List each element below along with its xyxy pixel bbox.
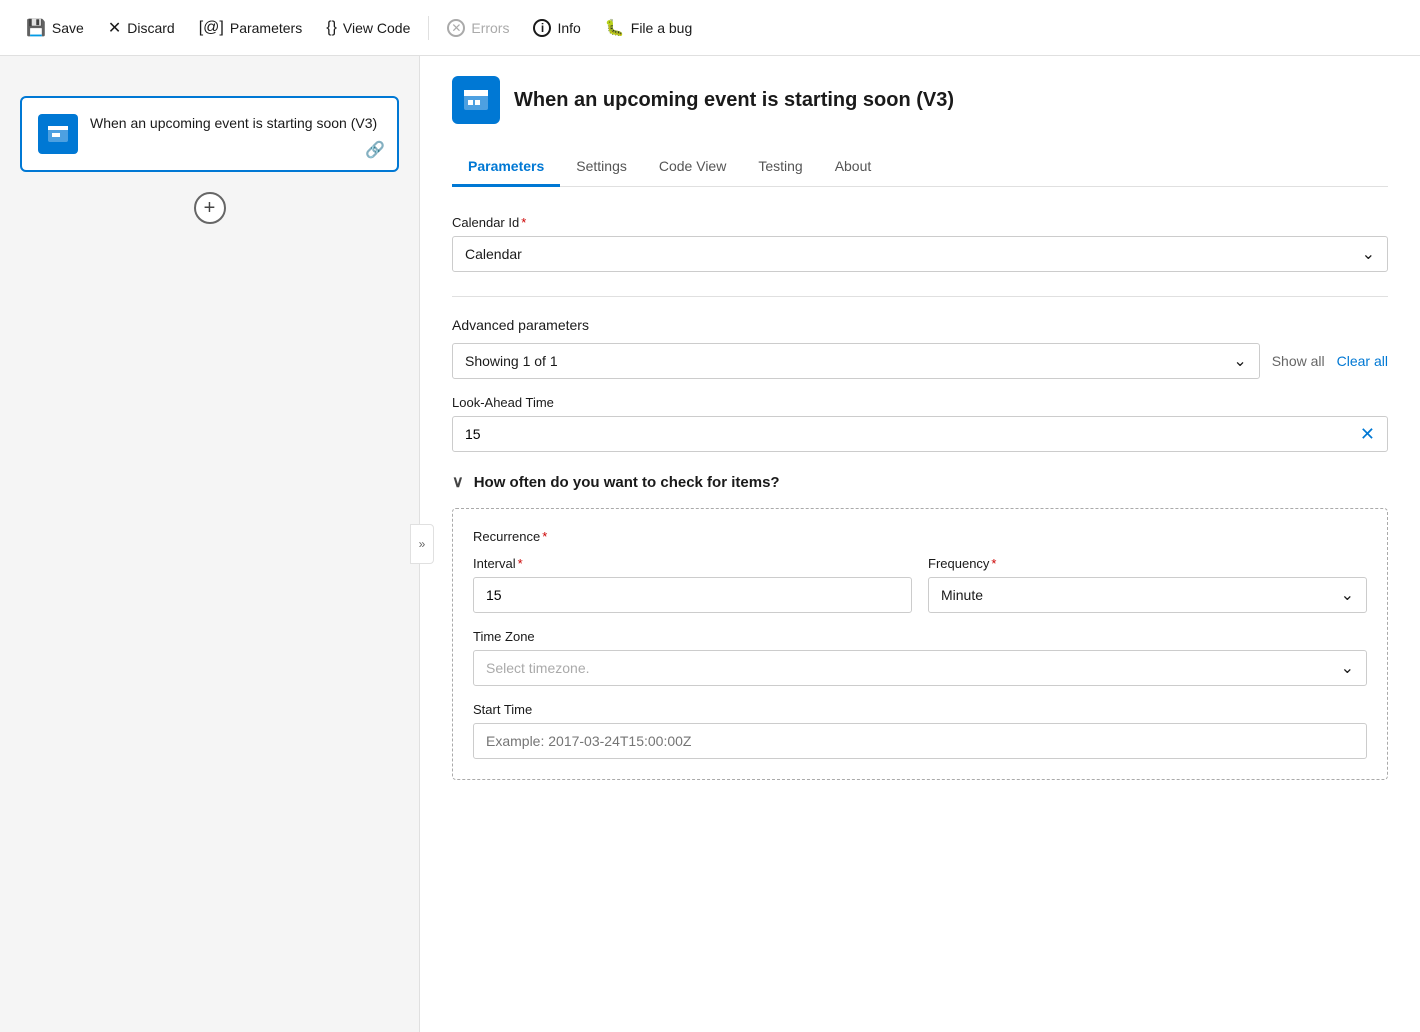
discard-button[interactable]: ✕ Discard — [98, 12, 185, 44]
look-ahead-input-wrapper: ✕ — [452, 416, 1388, 452]
interval-col: Interval* — [473, 556, 912, 613]
timezone-chevron-icon: ⌄ — [1341, 658, 1354, 678]
tab-parameters[interactable]: Parameters — [452, 148, 560, 187]
flow-card-title: When an upcoming event is starting soon … — [90, 114, 377, 134]
interval-required-star: * — [518, 556, 523, 571]
chevron-right-icon: » — [419, 537, 426, 551]
parameters-button[interactable]: [@] Parameters — [189, 13, 313, 43]
panel-header-title: When an upcoming event is starting soon … — [514, 89, 954, 112]
left-panel: When an upcoming event is starting soon … — [0, 56, 420, 1032]
file-bug-button[interactable]: 🐛 File a bug — [595, 12, 702, 44]
chevron-down-icon: ⌄ — [1362, 244, 1375, 264]
look-ahead-input[interactable] — [465, 426, 1360, 442]
look-ahead-label: Look-Ahead Time — [452, 395, 1388, 410]
advanced-params-label: Advanced parameters — [452, 317, 1388, 333]
add-step-button[interactable]: + — [194, 192, 226, 224]
frequency-label: Frequency* — [928, 556, 1367, 571]
errors-icon: ✕ — [447, 19, 465, 37]
panel-header-icon — [452, 76, 500, 124]
frequency-required-star: * — [991, 556, 996, 571]
plus-icon: + — [204, 197, 216, 220]
flow-card-icon — [38, 114, 78, 154]
recurrence-section: ∨ How often do you want to check for ite… — [452, 472, 1388, 780]
recurrence-box: Recurrence* Interval* Frequency* — [452, 508, 1388, 780]
frequency-select[interactable]: Minute ⌄ — [928, 577, 1367, 613]
tab-about[interactable]: About — [819, 148, 888, 187]
frequency-chevron-icon: ⌄ — [1341, 585, 1354, 605]
clear-x-icon: ✕ — [1360, 424, 1375, 444]
advanced-params-section: Advanced parameters Showing 1 of 1 ⌄ Sho… — [452, 317, 1388, 379]
calendar-id-select[interactable]: Calendar ⌄ — [452, 236, 1388, 272]
calendar-id-field: Calendar Id* Calendar ⌄ — [452, 215, 1388, 272]
interval-input[interactable] — [473, 577, 912, 613]
interval-label: Interval* — [473, 556, 912, 571]
flow-card[interactable]: When an upcoming event is starting soon … — [20, 96, 399, 172]
tab-code-view[interactable]: Code View — [643, 148, 742, 187]
toolbar-divider — [428, 16, 429, 40]
advanced-params-select[interactable]: Showing 1 of 1 ⌄ — [452, 343, 1260, 379]
frequency-col: Frequency* Minute ⌄ — [928, 556, 1367, 613]
look-ahead-field: Look-Ahead Time ✕ — [452, 395, 1388, 452]
start-time-field: Start Time — [473, 702, 1367, 759]
timezone-field: Time Zone Select timezone. ⌄ — [473, 629, 1367, 686]
errors-button[interactable]: ✕ Errors — [437, 13, 519, 43]
right-panel: When an upcoming event is starting soon … — [420, 56, 1420, 1032]
discard-icon: ✕ — [108, 18, 121, 38]
clear-all-button[interactable]: Clear all — [1337, 353, 1388, 369]
clear-look-ahead-button[interactable]: ✕ — [1360, 424, 1375, 445]
interval-frequency-row: Interval* Frequency* Minute ⌄ — [473, 556, 1367, 613]
advanced-row: Showing 1 of 1 ⌄ Show all Clear all — [452, 343, 1388, 379]
recurrence-required-star: * — [542, 529, 547, 544]
start-time-input[interactable] — [473, 723, 1367, 759]
start-time-label: Start Time — [473, 702, 1367, 717]
panel-header: When an upcoming event is starting soon … — [452, 76, 1388, 124]
save-icon: 💾 — [26, 18, 46, 38]
flow-card-link-icon: 🔗 — [365, 140, 385, 160]
calendar-id-label: Calendar Id* — [452, 215, 1388, 230]
divider — [452, 296, 1388, 297]
tab-settings[interactable]: Settings — [560, 148, 643, 187]
view-code-button[interactable]: {} View Code — [316, 13, 420, 43]
info-button[interactable]: i Info — [523, 13, 590, 43]
timezone-select[interactable]: Select timezone. ⌄ — [473, 650, 1367, 686]
bug-icon: 🐛 — [605, 18, 625, 38]
collapse-panel-button[interactable]: » — [410, 524, 434, 564]
show-all-button[interactable]: Show all — [1272, 353, 1325, 369]
recurrence-label: Recurrence* — [473, 529, 1367, 544]
chevron-down-icon-2: ⌄ — [1233, 351, 1246, 371]
main-layout: When an upcoming event is starting soon … — [0, 56, 1420, 1032]
save-button[interactable]: 💾 Save — [16, 12, 94, 44]
view-code-icon: {} — [326, 19, 337, 37]
recurrence-header[interactable]: ∨ How often do you want to check for ite… — [452, 472, 1388, 492]
required-star: * — [521, 215, 526, 230]
toolbar: 💾 Save ✕ Discard [@] Parameters {} View … — [0, 0, 1420, 56]
timezone-label: Time Zone — [473, 629, 1367, 644]
info-icon: i — [533, 19, 551, 37]
tab-testing[interactable]: Testing — [742, 148, 818, 187]
tabs: Parameters Settings Code View Testing Ab… — [452, 148, 1388, 187]
parameters-icon: [@] — [199, 19, 224, 37]
collapse-chevron-icon: ∨ — [452, 472, 464, 492]
